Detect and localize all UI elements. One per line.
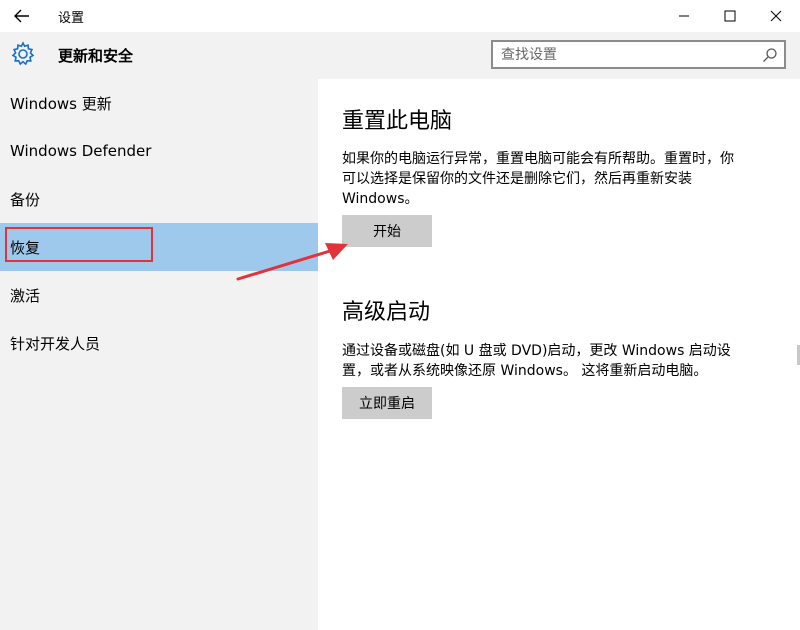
- close-button[interactable]: [753, 0, 799, 32]
- advanced-startup-description: 通过设备或磁盘(如 U 盘或 DVD)启动，更改 Windows 启动设 置，或…: [342, 341, 782, 381]
- settings-nav: Windows 更新 Windows Defender 备份 恢复 激活 针对开…: [0, 79, 318, 367]
- highlight-box: [5, 227, 153, 262]
- reset-description-line: 如果你的电脑运行异常，重置电脑可能会有所帮助。重置时，你: [342, 151, 734, 167]
- close-icon: [770, 10, 782, 22]
- nav-item-label: Windows Defender: [10, 142, 152, 160]
- title-bar: 设置: [0, 0, 800, 32]
- reset-description-line: 可以选择是保留你的文件还是删除它们，然后再重新安装: [342, 171, 692, 187]
- nav-item-activation[interactable]: 激活: [0, 271, 318, 319]
- nav-item-label: 备份: [10, 190, 41, 209]
- nav-item-label: 针对开发人员: [10, 334, 101, 353]
- back-arrow-icon: [14, 9, 29, 23]
- nav-item-for-developers[interactable]: 针对开发人员: [0, 319, 318, 367]
- nav-item-backup[interactable]: 备份: [0, 175, 318, 223]
- get-started-button[interactable]: 开始: [342, 215, 432, 247]
- restart-now-button[interactable]: 立即重启: [342, 387, 432, 419]
- reset-description-line: Windows。: [342, 191, 419, 207]
- search-icon[interactable]: [762, 47, 778, 63]
- reset-description: 如果你的电脑运行异常，重置电脑可能会有所帮助。重置时，你 可以选择是保留你的文件…: [342, 149, 782, 209]
- advanced-description-line: 置，或者从系统映像还原 Windows。 这将重新启动电脑。: [342, 363, 708, 379]
- nav-item-label: 激活: [10, 286, 41, 305]
- advanced-description-line: 通过设备或磁盘(如 U 盘或 DVD)启动，更改 Windows 启动设: [342, 343, 731, 359]
- advanced-startup-heading: 高级启动: [342, 300, 431, 325]
- back-button[interactable]: [8, 4, 36, 28]
- search-box[interactable]: [491, 40, 786, 69]
- maximize-button[interactable]: [707, 0, 753, 32]
- window-title: 设置: [58, 11, 85, 26]
- minimize-icon: [679, 15, 689, 17]
- nav-item-recovery[interactable]: 恢复: [0, 223, 318, 271]
- maximize-icon: [724, 10, 736, 22]
- search-input[interactable]: [501, 46, 751, 63]
- section-title: 更新和安全: [58, 47, 134, 65]
- minimize-button[interactable]: [661, 0, 707, 32]
- reset-heading: 重置此电脑: [342, 109, 453, 134]
- nav-item-label: Windows 更新: [10, 94, 112, 113]
- nav-item-windows-defender[interactable]: Windows Defender: [0, 127, 318, 175]
- nav-item-windows-update[interactable]: Windows 更新: [0, 79, 318, 127]
- gear-icon: [11, 41, 35, 66]
